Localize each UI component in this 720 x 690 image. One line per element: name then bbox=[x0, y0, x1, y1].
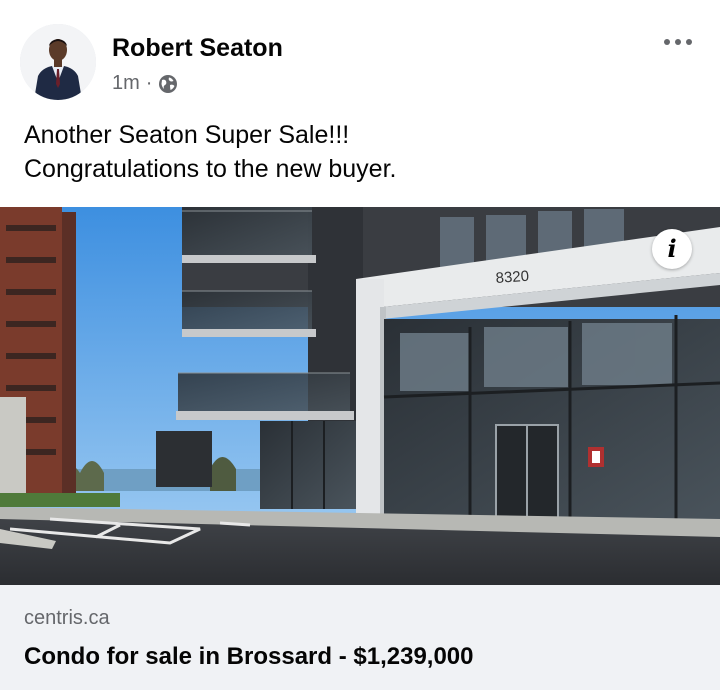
post-text-line: Another Seaton Super Sale!!! bbox=[24, 121, 350, 149]
globe-icon[interactable] bbox=[158, 74, 178, 94]
more-horizontal-icon bbox=[664, 39, 692, 45]
link-domain: centris.ca bbox=[24, 607, 110, 629]
link-title[interactable]: Condo for sale in Brossard - $1,239,000 bbox=[24, 643, 474, 671]
post-timestamp[interactable]: 1m bbox=[112, 72, 140, 95]
avatar[interactable] bbox=[20, 24, 96, 100]
post-text-line: Congratulations to the new buyer. bbox=[24, 155, 397, 183]
meta-separator: · bbox=[145, 72, 153, 94]
post-header: Robert Seaton 1m · bbox=[0, 0, 720, 110]
author-name[interactable]: Robert Seaton bbox=[112, 34, 283, 63]
info-button[interactable]: i bbox=[652, 229, 692, 269]
post-meta: 1m · bbox=[112, 72, 178, 95]
more-options-button[interactable] bbox=[660, 30, 696, 54]
avatar-photo bbox=[20, 24, 96, 100]
condo-building-image: 8320 bbox=[0, 207, 720, 585]
post-text: Another Seaton Super Sale!!! Congratulat… bbox=[24, 118, 704, 186]
link-preview[interactable]: centris.ca Condo for sale in Brossard - … bbox=[0, 585, 720, 690]
building-number: 8320 bbox=[495, 268, 529, 287]
info-icon: i bbox=[667, 234, 677, 263]
post-photo[interactable]: 8320 bbox=[0, 207, 720, 585]
